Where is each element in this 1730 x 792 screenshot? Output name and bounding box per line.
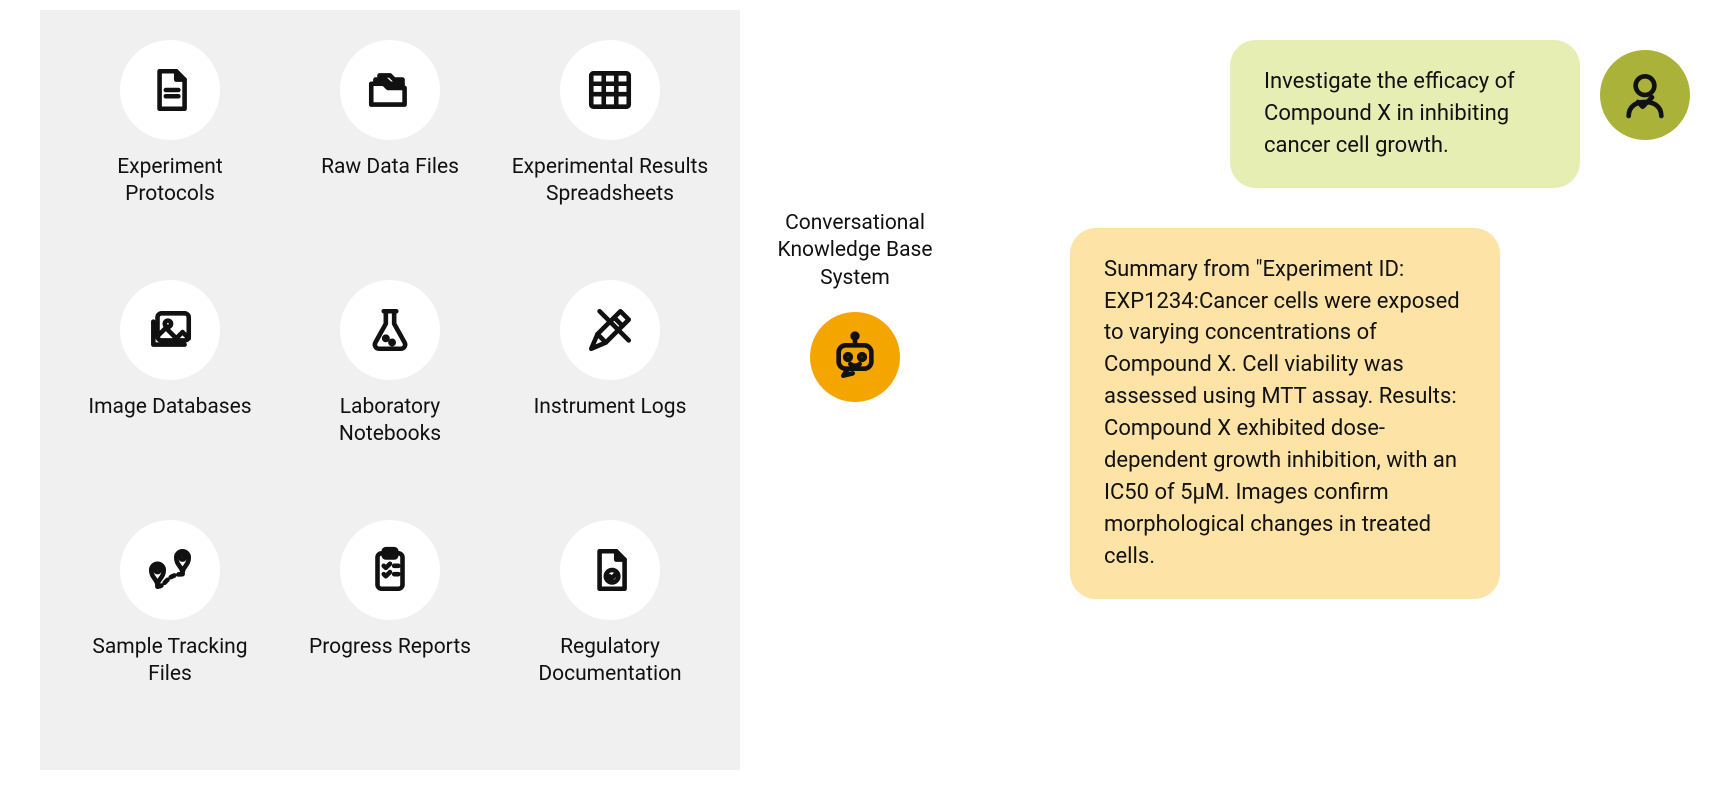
tile-lab-notebooks: Laboratory Notebooks <box>290 280 490 500</box>
tile-experiment-protocols: Experiment Protocols <box>70 40 270 260</box>
tile-label: Instrument Logs <box>534 394 687 421</box>
tile-raw-data-files: Raw Data Files <box>290 40 490 260</box>
clipboard-list-icon <box>340 520 440 620</box>
tile-sample-tracking: Sample Tracking Files <box>70 520 270 740</box>
tile-progress-reports: Progress Reports <box>290 520 490 740</box>
tile-label: Image Databases <box>88 394 251 421</box>
tile-label: Raw Data Files <box>321 154 459 181</box>
system-column: Conversational Knowledge Base System <box>740 10 970 402</box>
tile-image-databases: Image Databases <box>70 280 270 500</box>
tile-regulatory-docs: Regulatory Documentation <box>510 520 710 740</box>
tile-label: Experimental Results Spreadsheets <box>510 154 710 209</box>
tools-icon <box>560 280 660 380</box>
file-text-icon <box>120 40 220 140</box>
tile-results-spreadsheets: Experimental Results Spreadsheets <box>510 40 710 260</box>
table-icon <box>560 40 660 140</box>
bot-message-row: Summary from "Experiment ID: EXP1234:Can… <box>990 228 1690 599</box>
tile-label: Progress Reports <box>309 634 471 661</box>
tile-label: Regulatory Documentation <box>510 634 710 689</box>
bot-bubble: Summary from "Experiment ID: EXP1234:Can… <box>1070 228 1500 599</box>
data-sources-grid: Experiment Protocols Raw Data Files Expe… <box>40 10 740 770</box>
tile-label: Experiment Protocols <box>70 154 270 209</box>
person-icon <box>1600 50 1690 140</box>
file-check-icon <box>560 520 660 620</box>
system-label: Conversational Knowledge Base System <box>770 210 940 292</box>
tile-label: Sample Tracking Files <box>70 634 270 689</box>
chat-panel: Investigate the efficacy of Compound X i… <box>970 10 1690 639</box>
user-message-row: Investigate the efficacy of Compound X i… <box>990 40 1690 188</box>
flask-icon <box>340 280 440 380</box>
tile-instrument-logs: Instrument Logs <box>510 280 710 500</box>
robot-icon <box>810 312 900 402</box>
user-bubble: Investigate the efficacy of Compound X i… <box>1230 40 1580 188</box>
tile-label: Laboratory Notebooks <box>290 394 490 449</box>
route-pins-icon <box>120 520 220 620</box>
folders-icon <box>340 40 440 140</box>
images-icon <box>120 280 220 380</box>
